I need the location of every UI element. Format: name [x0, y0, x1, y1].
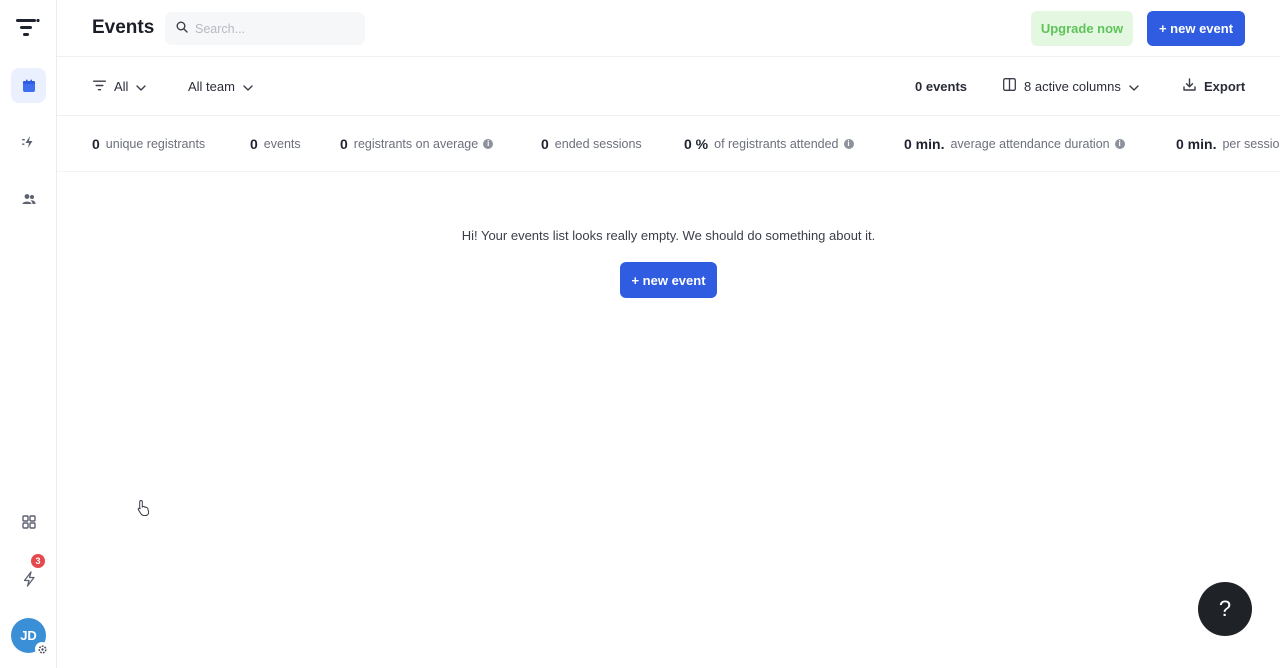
stat-per-session: 0 min. per session — [1176, 136, 1280, 152]
team-filter-label: All team — [188, 78, 235, 94]
stat-value: 0 min. — [904, 136, 945, 152]
sidebar-item-notifications[interactable]: 3 — [11, 554, 46, 596]
stat-events: 0 events — [250, 136, 301, 152]
export-label: Export — [1204, 78, 1246, 94]
app-logo-icon[interactable] — [16, 17, 40, 39]
settings-gear-icon — [35, 642, 49, 656]
help-question-icon: ? — [1218, 596, 1232, 621]
sidebar-item-events[interactable] — [11, 68, 46, 103]
stat-unique-registrants: 0 unique registrants — [92, 136, 205, 152]
page-title: Events — [92, 17, 155, 38]
info-icon[interactable]: i — [483, 139, 494, 149]
integrations-icon — [21, 134, 37, 150]
stat-label: unique registrants — [105, 137, 206, 151]
apps-grid-icon — [21, 514, 36, 529]
sidebar-item-apps[interactable] — [11, 504, 46, 539]
upgrade-now-button[interactable]: Upgrade now — [1031, 11, 1133, 46]
download-icon — [1183, 78, 1196, 94]
stat-label: average attendance duration — [950, 137, 1110, 151]
stat-label: registrants on average — [353, 137, 479, 151]
stat-label: events — [263, 137, 301, 151]
filter-dropdown[interactable]: All — [93, 76, 147, 96]
stat-value: 0 min. — [1176, 136, 1217, 152]
stat-value: 0 — [92, 136, 100, 152]
stat-label: ended sessions — [554, 137, 642, 151]
chevron-down-icon — [1129, 79, 1139, 94]
new-event-button[interactable]: + new event — [1147, 11, 1245, 46]
stats-bar: 0 unique registrants 0 events 0 registra… — [57, 115, 1280, 172]
stat-label: of registrants attended — [714, 137, 839, 151]
filter-icon — [93, 79, 106, 94]
top-header: Events Upgrade now + new event — [57, 0, 1280, 57]
events-count: 0 events — [915, 78, 968, 94]
help-button[interactable]: ? — [1198, 582, 1252, 636]
stat-ended-sessions: 0 ended sessions — [541, 136, 642, 152]
columns-icon — [1003, 78, 1016, 94]
notifications-bolt-icon — [22, 570, 36, 587]
sidebar: 3 JD — [0, 0, 57, 668]
stat-registrants-attended: 0 % of registrants attended i — [684, 136, 854, 152]
avatar-initials: JD — [20, 628, 37, 643]
info-icon[interactable]: i — [1114, 139, 1125, 149]
columns-dropdown[interactable]: 8 active columns — [1003, 76, 1139, 96]
search-icon — [176, 20, 188, 38]
filter-label: All — [114, 78, 129, 94]
empty-state-message: Hi! Your events list looks really empty.… — [461, 228, 876, 243]
export-button[interactable]: Export — [1183, 76, 1245, 96]
mouse-pointer-icon — [137, 499, 151, 522]
stat-value: 0 — [340, 136, 348, 152]
sidebar-item-team[interactable] — [11, 181, 46, 216]
team-dropdown[interactable]: All team — [188, 76, 253, 96]
stat-label: per session — [1222, 137, 1280, 151]
chevron-down-icon — [136, 79, 147, 94]
stat-value: 0 — [541, 136, 549, 152]
columns-label: 8 active columns — [1024, 78, 1121, 94]
empty-state-new-event-button[interactable]: + new event — [620, 262, 717, 298]
chevron-down-icon — [243, 79, 253, 94]
notification-badge: 3 — [31, 554, 45, 568]
search-box[interactable] — [165, 12, 365, 45]
calendar-icon — [21, 78, 37, 94]
stat-value: 0 — [250, 136, 258, 152]
stat-attendance-duration: 0 min. average attendance duration i — [904, 136, 1125, 152]
stat-registrants-average: 0 registrants on average i — [340, 136, 494, 152]
events-toolbar: All All team 0 events 8 active columns E… — [57, 58, 1280, 114]
stat-value: 0 % — [684, 136, 709, 152]
user-avatar[interactable]: JD — [11, 618, 49, 656]
sidebar-item-integrations[interactable] — [11, 124, 46, 159]
search-input[interactable] — [195, 21, 355, 36]
info-icon[interactable]: i — [843, 139, 854, 149]
team-icon — [21, 191, 37, 207]
